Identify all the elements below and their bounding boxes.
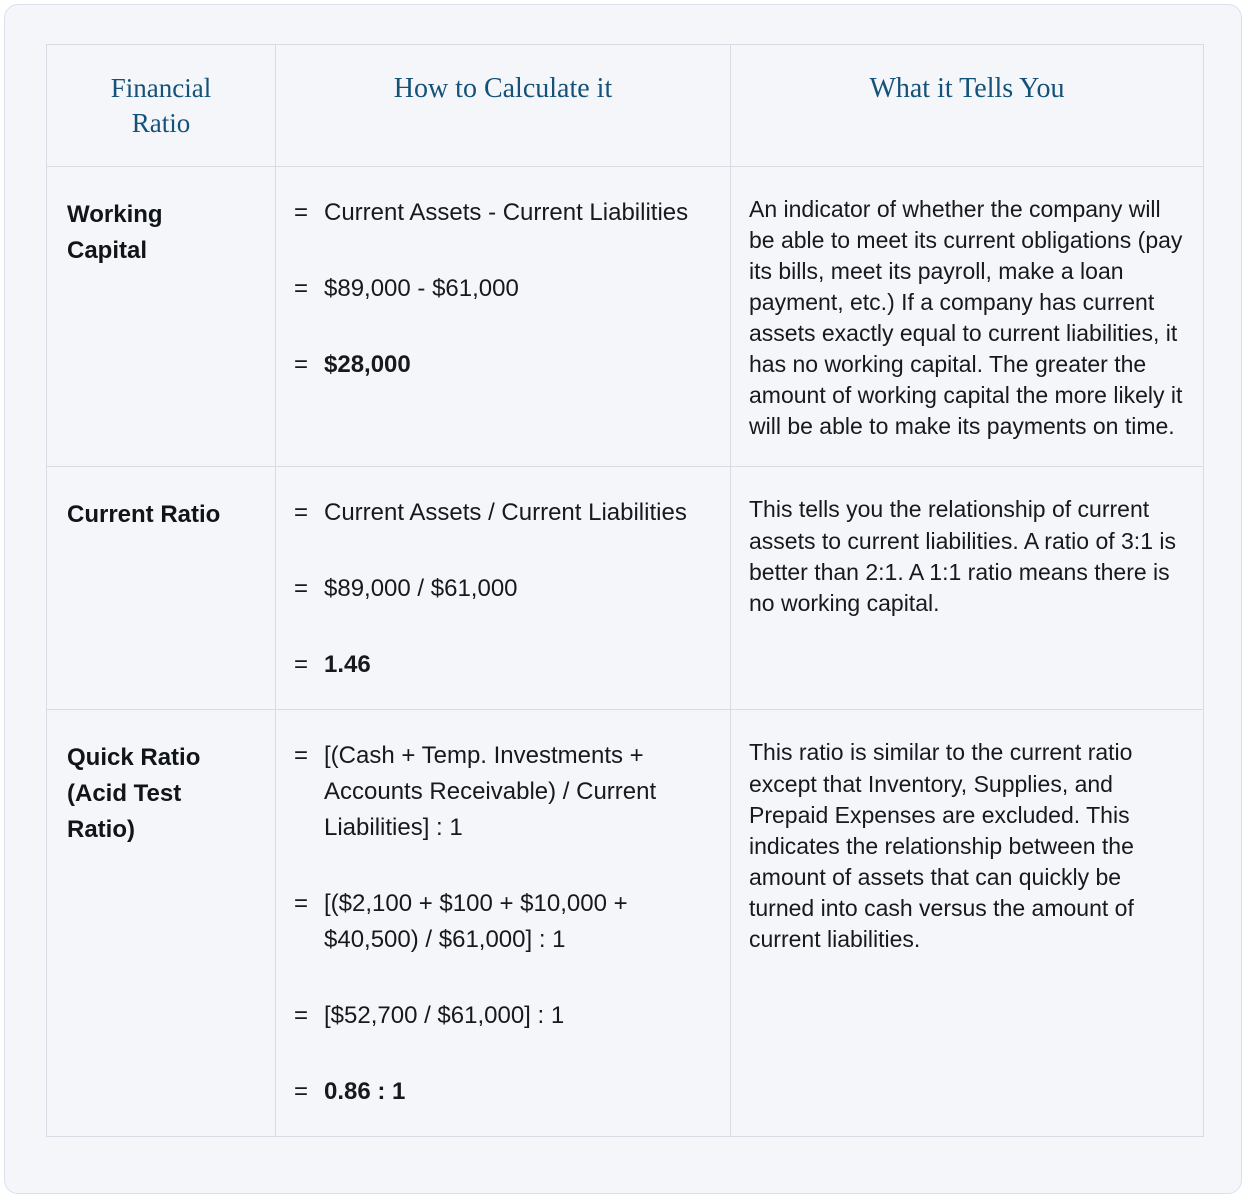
- calculation-quick-ratio: = [(Cash + Temp. Investments + Accounts …: [275, 709, 731, 1138]
- table-row: Quick Ratio (Acid Test Ratio) = [(Cash +…: [46, 709, 1204, 1138]
- explanation-text: An indicator of whether the company will…: [749, 196, 1183, 440]
- table-row: Working Capital = Current Assets - Curre…: [46, 166, 1204, 468]
- formula-line: = Current Assets / Current Liabilities: [294, 495, 712, 531]
- formula-line: = [(Cash + Temp. Investments + Accounts …: [294, 738, 712, 846]
- formula-line: = Current Assets - Current Liabilities: [294, 195, 712, 231]
- equals-sign: =: [294, 199, 309, 227]
- row-label-quick-ratio: Quick Ratio (Acid Test Ratio): [46, 709, 276, 1138]
- equals-sign: =: [294, 351, 309, 379]
- calculation-working-capital: = Current Assets - Current Liabilities =…: [275, 166, 731, 468]
- equals-sign: =: [294, 742, 309, 770]
- formula-line: = [($2,100 + $100 + $10,000 + $40,500) /…: [294, 886, 712, 958]
- row-label-line-1: Current Ratio: [67, 501, 221, 529]
- formula-expression: $89,000 - $61,000: [324, 275, 519, 303]
- formula-result-line: = 1.46: [294, 647, 712, 683]
- equals-sign: =: [294, 499, 309, 527]
- column-header-what-it-tells-you: What it Tells You: [730, 43, 1204, 168]
- explanation-text: This ratio is similar to the current rat…: [749, 739, 1134, 952]
- row-label-line-2: (Acid Test: [67, 780, 182, 808]
- column-header-financial-ratio: Financial Ratio: [46, 43, 276, 168]
- header-line-2: Ratio: [131, 107, 191, 138]
- formula-expression: Current Assets / Current Liabilities: [324, 499, 687, 527]
- equals-sign: =: [294, 1002, 309, 1030]
- row-label-current-ratio: Current Ratio: [46, 466, 276, 711]
- explanation-working-capital: An indicator of whether the company will…: [730, 166, 1204, 468]
- financial-ratios-table: Financial Ratio How to Calculate it What…: [46, 43, 1204, 1138]
- equals-sign: =: [294, 651, 309, 679]
- header-line-1: Financial: [110, 73, 212, 103]
- equals-sign: =: [294, 890, 309, 918]
- row-label-working-capital: Working Capital: [46, 166, 276, 468]
- table-header: Financial Ratio How to Calculate it What…: [46, 43, 1204, 168]
- formula-result-value: 1.46: [324, 651, 371, 679]
- formula-result-line: = 0.86 : 1: [294, 1074, 712, 1110]
- formula-line: = [$52,700 / $61,000] : 1: [294, 998, 712, 1034]
- header-row: Financial Ratio How to Calculate it What…: [46, 43, 1204, 168]
- calculation-current-ratio: = Current Assets / Current Liabilities =…: [275, 466, 731, 711]
- equals-sign: =: [294, 575, 309, 603]
- table-body: Working Capital = Current Assets - Curre…: [46, 166, 1204, 1138]
- formula-expression: [(Cash + Temp. Investments + Accounts Re…: [324, 742, 657, 842]
- row-label-line-1: Quick Ratio: [67, 744, 201, 772]
- page-card: Financial Ratio How to Calculate it What…: [4, 4, 1242, 1194]
- formula-expression: [($2,100 + $100 + $10,000 + $40,500) / $…: [324, 890, 628, 954]
- explanation-quick-ratio: This ratio is similar to the current rat…: [730, 709, 1204, 1138]
- formula-result-line: = $28,000: [294, 347, 712, 383]
- formula-result-value: $28,000: [324, 351, 411, 379]
- equals-sign: =: [294, 1078, 309, 1106]
- formula-result-value: 0.86 : 1: [324, 1078, 406, 1106]
- formula-line: = $89,000 / $61,000: [294, 571, 712, 607]
- table-row: Current Ratio = Current Assets / Current…: [46, 466, 1204, 711]
- formula-expression: [$52,700 / $61,000] : 1: [324, 1002, 565, 1030]
- row-label-line-3: Ratio): [67, 816, 135, 844]
- formula-line: = $89,000 - $61,000: [294, 271, 712, 307]
- explanation-current-ratio: This tells you the relationship of curre…: [730, 466, 1204, 711]
- explanation-text: This tells you the relationship of curre…: [749, 496, 1176, 616]
- row-label-line-1: Working: [67, 201, 163, 229]
- equals-sign: =: [294, 275, 309, 303]
- formula-expression: Current Assets - Current Liabilities: [324, 199, 689, 227]
- row-label-line-2: Capital: [67, 237, 148, 265]
- formula-expression: $89,000 / $61,000: [324, 575, 518, 603]
- column-header-how-to-calculate: How to Calculate it: [275, 43, 731, 168]
